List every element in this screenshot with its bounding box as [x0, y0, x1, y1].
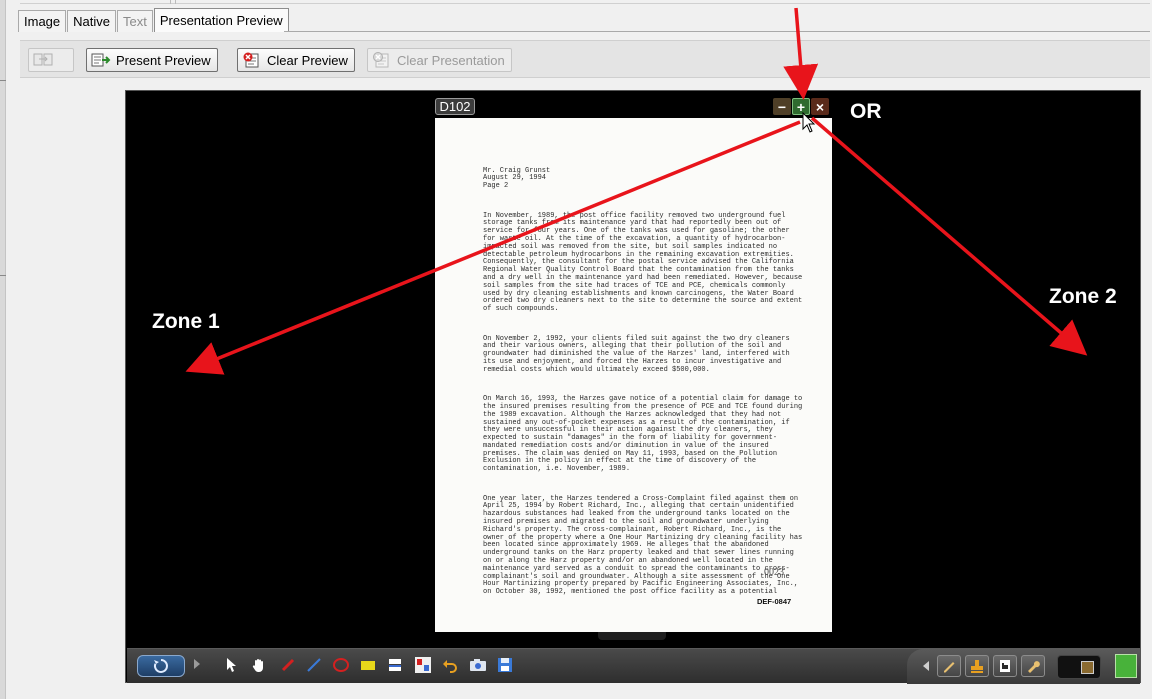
camera-icon[interactable]: [469, 656, 487, 674]
right-tool-panel: [907, 649, 1140, 684]
left-panel-edge: [0, 0, 6, 699]
present-preview-icon: [91, 52, 111, 68]
refresh-icon: [153, 659, 168, 673]
preview-toolbar: Present Preview Clear Preview Clear Pres…: [20, 40, 1150, 78]
present-preview-button[interactable]: Present Preview: [86, 48, 218, 72]
document-paragraph: Mr. Craig Grunst August 29, 1994 Page 2: [483, 166, 551, 191]
tile-icon: [1081, 661, 1094, 674]
exhibit-icon: [1000, 660, 1010, 672]
select-tool-icon[interactable]: [223, 656, 241, 674]
tab-underline: [284, 31, 1150, 32]
zone1-label: Zone 1: [152, 310, 220, 333]
clear-presentation-icon: [372, 52, 392, 68]
zoom-out-button[interactable]: −: [773, 98, 791, 115]
viewer-tabs: Image Native Text Presentation Preview: [18, 8, 290, 32]
status-green-indicator[interactable]: [1115, 654, 1137, 678]
tab-native[interactable]: Native: [67, 10, 116, 32]
document-text: Mr. Craig Grunst August 29, 1994 Page 2 …: [483, 152, 803, 619]
or-label: OR: [850, 100, 882, 123]
tab-presentation-preview[interactable]: Presentation Preview: [153, 8, 289, 32]
highlight-tool-icon[interactable]: [359, 656, 377, 674]
exhibit-button[interactable]: [993, 655, 1017, 677]
clear-presentation-button[interactable]: Clear Presentation: [367, 48, 512, 72]
left-edge-mark: [0, 275, 6, 276]
redact-tool-icon[interactable]: [386, 656, 404, 674]
left-edge-mark: [0, 80, 6, 81]
document-id-label: D102: [435, 98, 475, 115]
clear-presentation-label: Clear Presentation: [397, 52, 505, 68]
tab-image[interactable]: Image: [18, 10, 67, 32]
pan-hand-icon[interactable]: [250, 656, 268, 674]
settings-wrench-button[interactable]: [1021, 655, 1045, 677]
stamp-icon: [971, 660, 983, 673]
clear-preview-button[interactable]: Clear Preview: [237, 48, 355, 72]
document-paragraph: One year later, the Harzes tendered a Cr…: [483, 494, 807, 597]
side-by-side-button[interactable]: [28, 48, 74, 72]
stamp-button[interactable]: [965, 655, 989, 677]
tab-text[interactable]: Text: [117, 10, 153, 32]
document-paragraph: On March 16, 1993, the Harzes gave notic…: [483, 395, 807, 474]
clear-preview-icon: [242, 52, 262, 68]
side-by-side-icon: [33, 52, 53, 68]
pen-settings-button[interactable]: [937, 655, 961, 677]
top-divider: [20, 0, 1150, 4]
zone2-label: Zone 2: [1049, 285, 1117, 308]
mouse-cursor-icon: [802, 112, 816, 133]
ellipse-tool-icon[interactable]: [332, 656, 350, 674]
page-handle[interactable]: [598, 632, 666, 640]
document-paragraph: In November, 1989, the post office facil…: [483, 211, 807, 314]
save-icon[interactable]: [496, 656, 514, 674]
document-page[interactable]: Mr. Craig Grunst August 29, 1994 Page 2 …: [435, 118, 832, 632]
side-by-side-tool-icon[interactable]: [414, 656, 432, 674]
document-paragraph: On November 2, 1992, your clients filed …: [483, 334, 794, 374]
pencil-icon: [944, 662, 955, 673]
page-number: 0023: [764, 567, 784, 578]
bates-number: DEF-0847: [757, 597, 792, 606]
wrench-icon: [1028, 661, 1040, 673]
collapse-arrow-icon[interactable]: [923, 661, 929, 671]
color-swatch-area[interactable]: [1057, 655, 1101, 679]
undo-icon[interactable]: [441, 656, 459, 674]
red-pen-icon[interactable]: [279, 656, 297, 674]
present-preview-label: Present Preview: [116, 52, 211, 68]
expand-arrow-icon[interactable]: [194, 659, 200, 669]
line-tool-icon[interactable]: [305, 656, 323, 674]
annotation-toolbar: [127, 648, 1140, 684]
clear-preview-label: Clear Preview: [267, 52, 348, 68]
refresh-button[interactable]: [137, 655, 185, 677]
